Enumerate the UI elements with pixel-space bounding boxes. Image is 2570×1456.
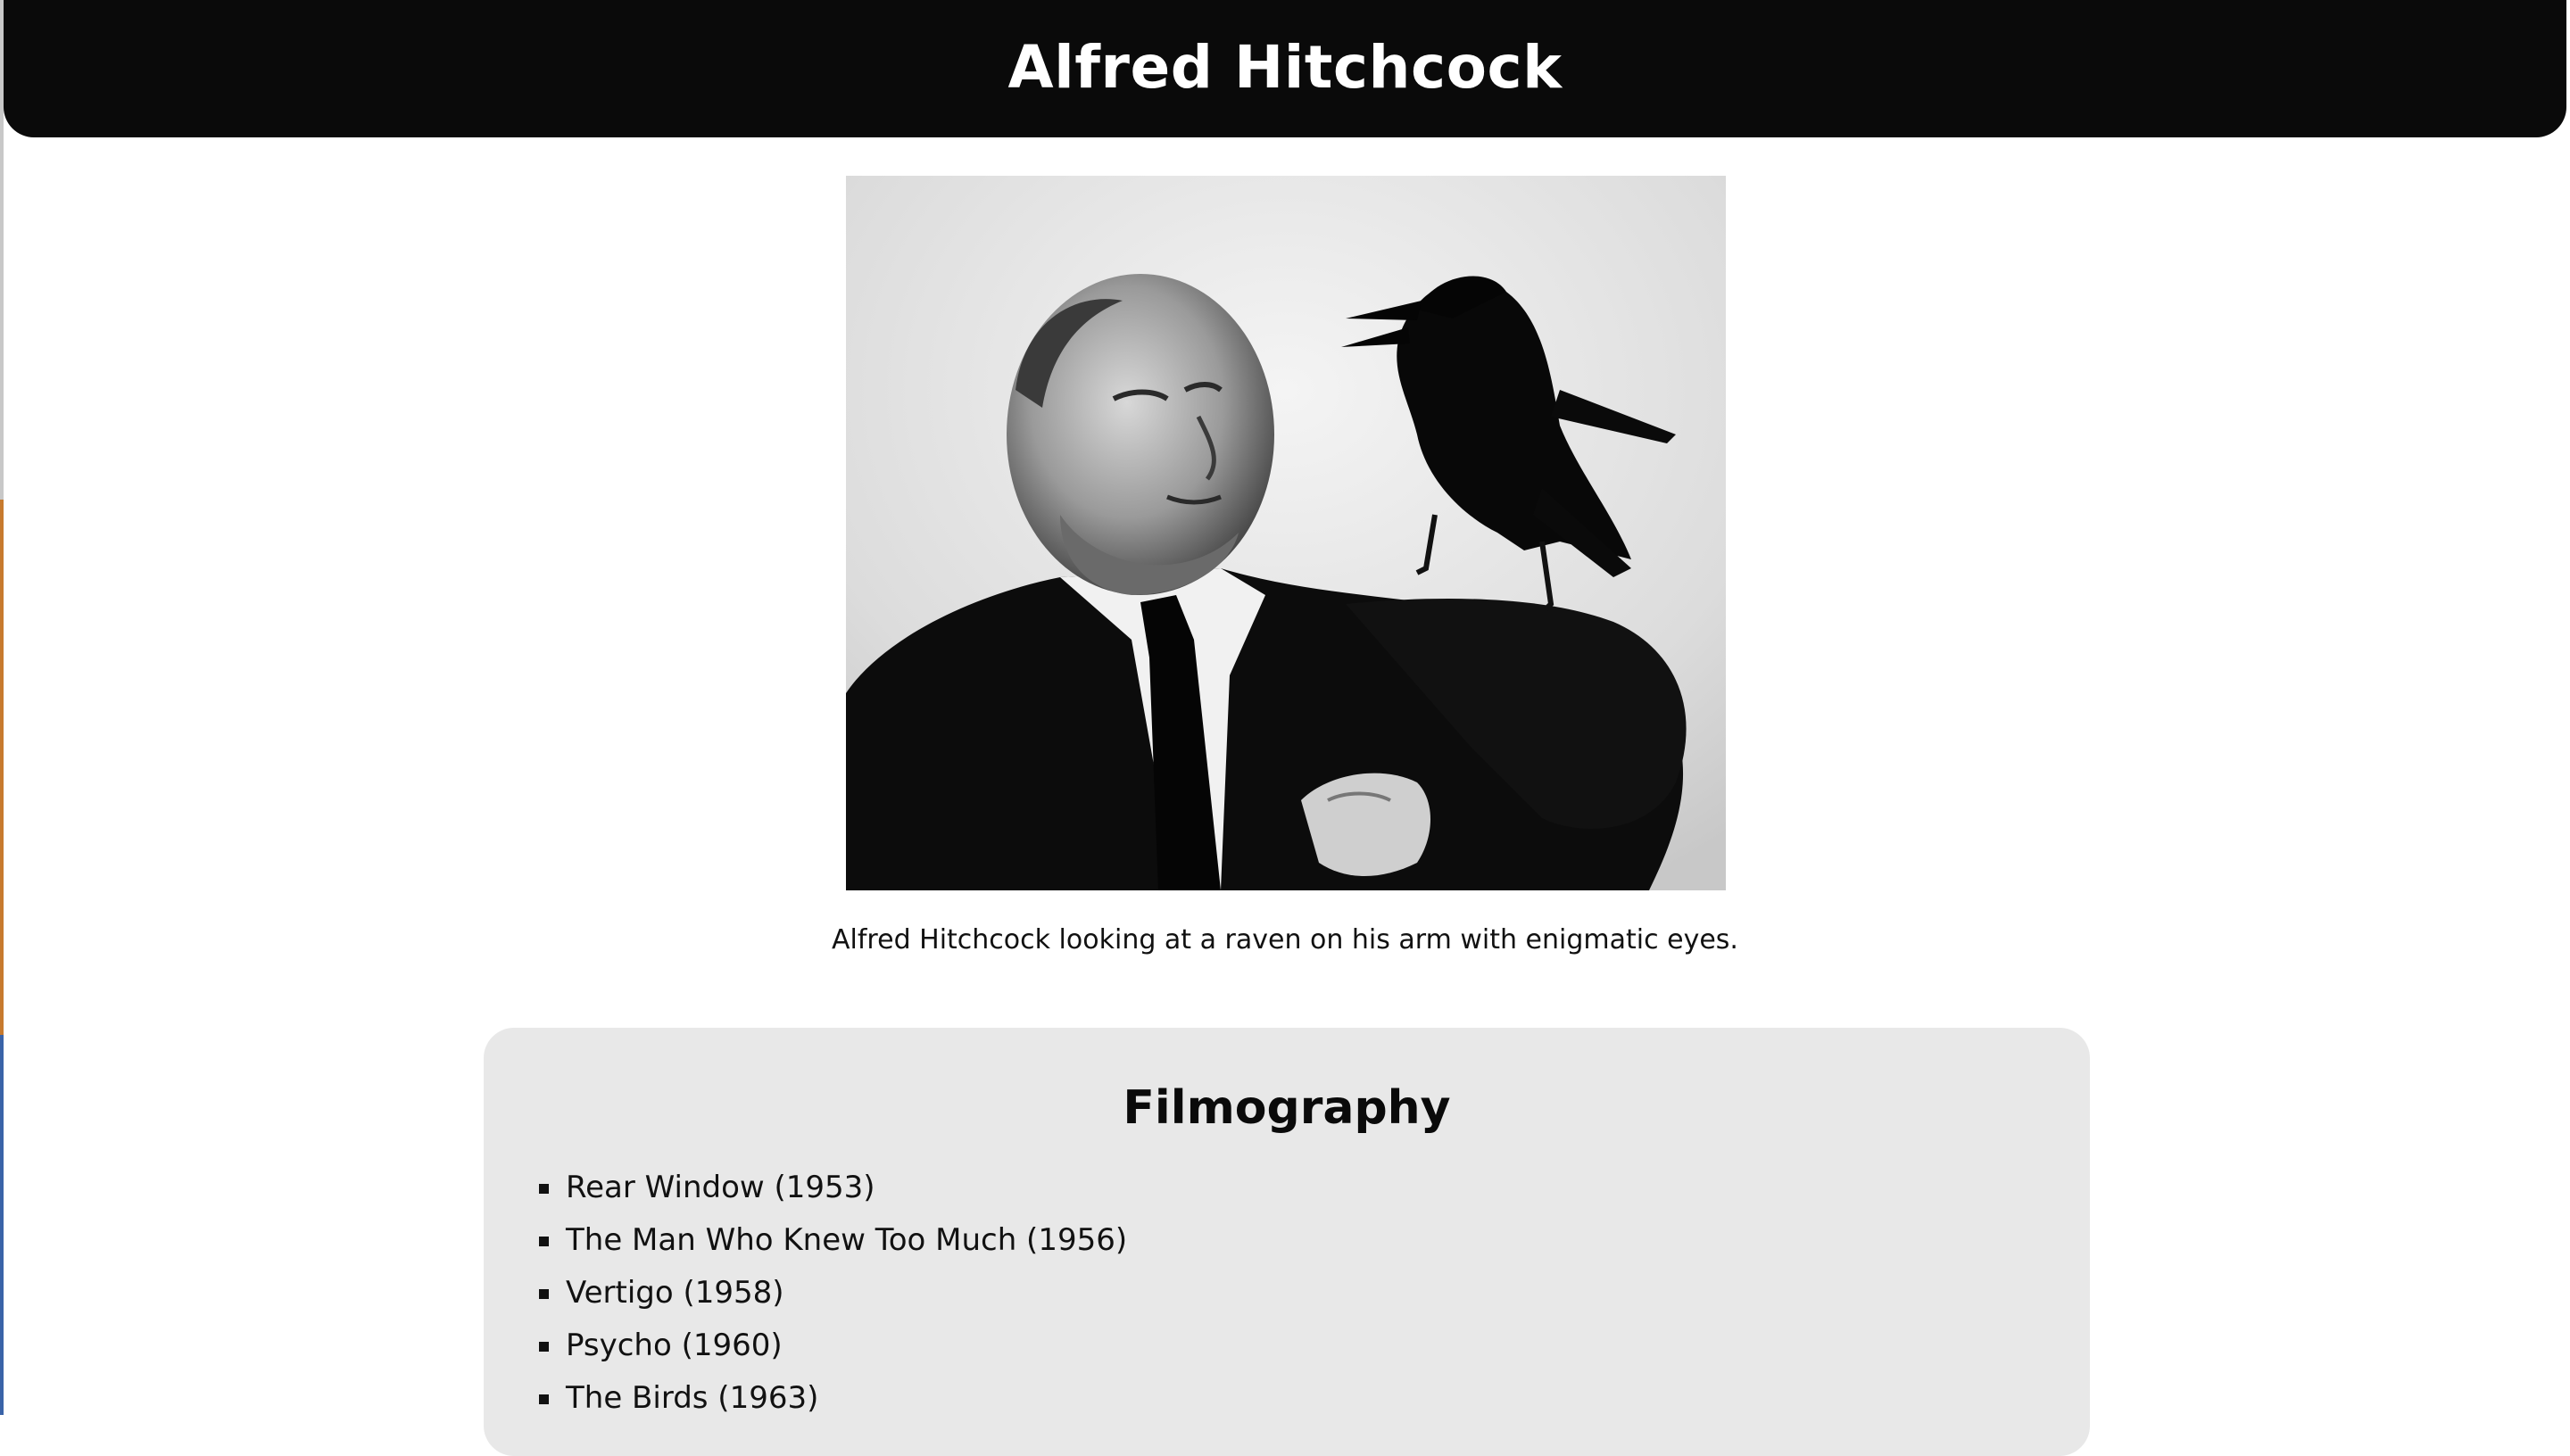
film-title: Vertigo (1958) xyxy=(566,1275,784,1311)
film-item: Vertigo (1958) xyxy=(539,1270,1127,1323)
filmography-panel: Filmography Rear Window (1953) The Man W… xyxy=(484,1028,2090,1456)
bullet-icon xyxy=(539,1289,549,1299)
film-list: Rear Window (1953) The Man Who Knew Too … xyxy=(539,1165,1128,1428)
film-title: The Man Who Knew Too Much (1956) xyxy=(566,1222,1128,1258)
film-title: Rear Window (1953) xyxy=(566,1170,875,1205)
photo-caption: Alfred Hitchcock looking at a raven on h… xyxy=(832,924,1738,956)
page-header: Alfred Hitchcock xyxy=(4,0,2566,137)
film-item: Psycho (1960) xyxy=(539,1323,1127,1376)
film-title: Psycho (1960) xyxy=(566,1328,783,1363)
filmography-heading: Filmography xyxy=(1123,1081,1451,1135)
bullet-icon xyxy=(539,1237,549,1246)
page-title: Alfred Hitchcock xyxy=(1007,32,1563,102)
bullet-icon xyxy=(539,1184,549,1194)
film-title: The Birds (1963) xyxy=(566,1380,819,1416)
portrait-photo xyxy=(846,176,1726,890)
film-item: Rear Window (1953) xyxy=(539,1165,1127,1218)
bullet-icon xyxy=(539,1394,549,1404)
film-item: The Birds (1963) xyxy=(539,1376,1127,1428)
film-item: The Man Who Knew Too Much (1956) xyxy=(539,1218,1128,1270)
window-edge xyxy=(0,0,4,1415)
bullet-icon xyxy=(539,1342,549,1352)
hitchcock-raven-image xyxy=(846,176,1726,890)
